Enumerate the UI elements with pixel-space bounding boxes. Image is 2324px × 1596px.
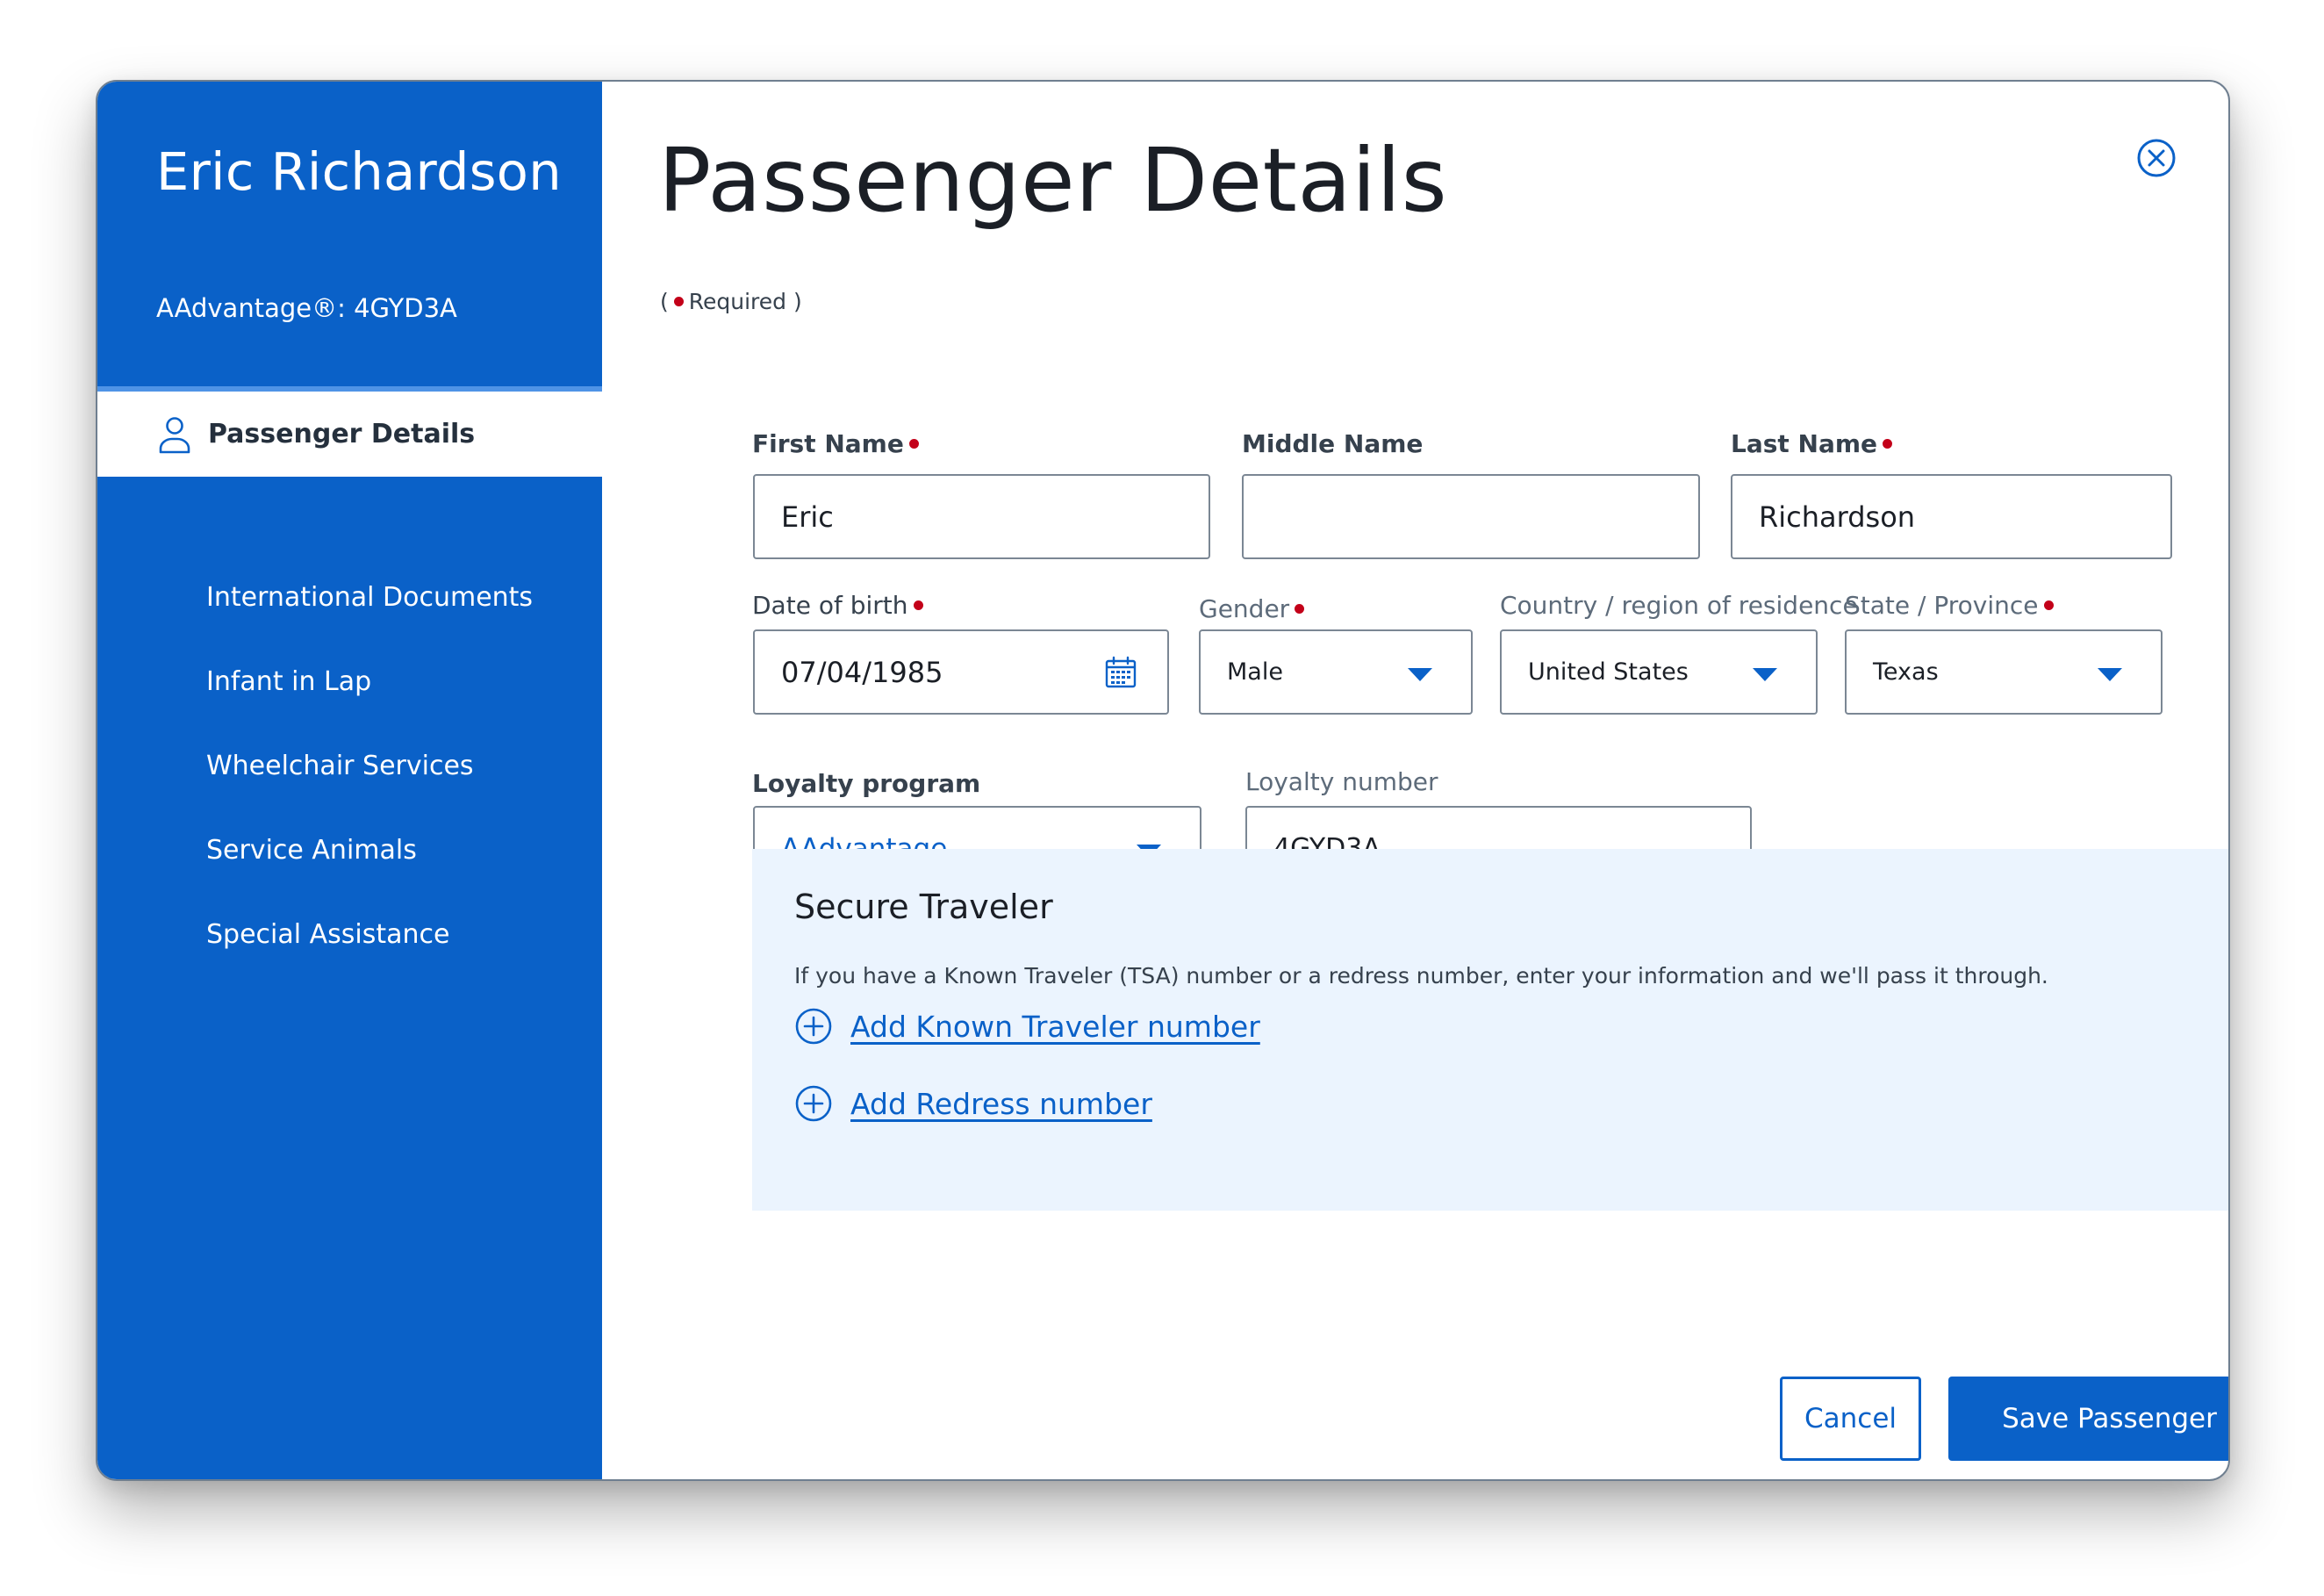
cancel-button[interactable]: Cancel: [1780, 1377, 1921, 1461]
plus-circle-icon: [795, 1008, 832, 1045]
dob-input[interactable]: 07/04/1985: [753, 629, 1169, 715]
gender-label: Gender: [1199, 594, 1309, 623]
add-known-traveler-link[interactable]: Add Known Traveler number: [794, 1007, 1260, 1046]
secure-traveler-title: Secure Traveler: [794, 888, 1053, 926]
required-dot: [2043, 600, 2054, 610]
sidebar-item-service-animals[interactable]: Service Animals: [206, 835, 417, 866]
country-label: Country / region of residence: [1500, 591, 1858, 620]
sidebar-item-international-documents[interactable]: International Documents: [206, 582, 533, 613]
secure-traveler-panel: Secure Traveler If you have a Known Trav…: [752, 849, 2228, 1211]
middle-name-input[interactable]: [1242, 474, 1700, 559]
close-icon[interactable]: [2136, 138, 2177, 178]
last-name-input[interactable]: [1731, 474, 2172, 559]
sidebar: Eric Richardson AAdvantage®: 4GYD3A Pass…: [97, 82, 602, 1479]
aadvantage-number: AAdvantage®: 4GYD3A: [156, 293, 457, 323]
plus-circle-icon: [795, 1085, 832, 1122]
calendar-icon[interactable]: [1104, 656, 1137, 689]
state-label: State / Province: [1845, 591, 2059, 620]
sidebar-item-label: Passenger Details: [208, 419, 476, 449]
last-name-label: Last Name: [1731, 429, 1897, 458]
required-dot: [913, 600, 923, 610]
main-panel: Passenger Details (Required ) First Name…: [602, 82, 2228, 1479]
required-dot: [908, 438, 919, 449]
chevron-down-icon: [1753, 667, 1777, 681]
sidebar-item-wheelchair-services[interactable]: Wheelchair Services: [206, 751, 474, 781]
middle-name-label: Middle Name: [1242, 429, 1424, 458]
required-dot: [673, 296, 684, 306]
required-dot: [1295, 603, 1305, 614]
sidebar-item-special-assistance[interactable]: Special Assistance: [206, 919, 450, 950]
sidebar-item-infant-in-lap[interactable]: Infant in Lap: [206, 666, 371, 697]
page-title: Passenger Details: [658, 129, 1448, 232]
first-name-input[interactable]: [753, 474, 1210, 559]
dob-label: Date of birth: [752, 591, 929, 620]
loyalty-number-label: Loyalty number: [1245, 767, 1438, 796]
add-redress-label: Add Redress number: [850, 1086, 1152, 1121]
add-redress-link[interactable]: Add Redress number: [794, 1084, 1152, 1123]
sidebar-item-passenger-details[interactable]: Passenger Details: [97, 386, 602, 477]
gender-select[interactable]: Male: [1199, 629, 1473, 715]
secure-traveler-description: If you have a Known Traveler (TSA) numbe…: [794, 963, 2048, 989]
passenger-dialog: Eric Richardson AAdvantage®: 4GYD3A Pass…: [96, 80, 2230, 1481]
first-name-label: First Name: [752, 429, 924, 458]
required-note: (Required ): [660, 289, 802, 314]
chevron-down-icon: [1408, 667, 1432, 681]
country-select[interactable]: United States: [1500, 629, 1818, 715]
chevron-down-icon: [2098, 667, 2122, 681]
save-passenger-button[interactable]: Save Passenger: [1948, 1377, 2228, 1461]
user-icon: [159, 416, 190, 453]
required-dot: [1883, 438, 1893, 449]
passenger-name: Eric Richardson: [156, 141, 562, 202]
state-select[interactable]: Texas: [1845, 629, 2163, 715]
loyalty-program-label: Loyalty program: [752, 769, 981, 798]
add-known-traveler-label: Add Known Traveler number: [850, 1009, 1260, 1044]
